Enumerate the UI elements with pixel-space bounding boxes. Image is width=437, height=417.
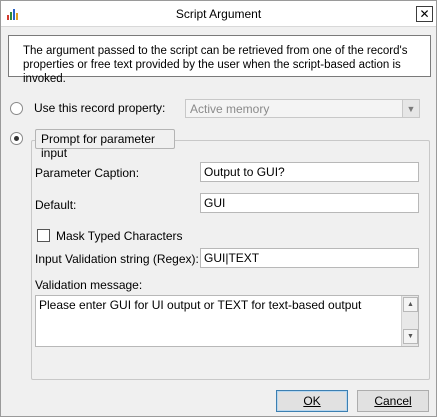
validation-message-text: Please enter GUI for UI output or TEXT f…: [39, 298, 362, 312]
chevron-down-icon[interactable]: ▼: [402, 100, 419, 117]
prompt-parameter-label[interactable]: Prompt for parameter input: [35, 129, 175, 160]
cancel-button-label: Cancel: [374, 394, 412, 408]
mask-characters-label: Mask Typed Characters: [56, 229, 183, 243]
prompt-parameter-radio[interactable]: [10, 132, 23, 145]
title-bar: Script Argument ✕: [1, 1, 436, 27]
regex-input[interactable]: GUI|TEXT: [200, 248, 419, 268]
default-input[interactable]: GUI: [200, 193, 419, 213]
close-icon: ✕: [419, 7, 430, 21]
validation-scrollbar[interactable]: ▲ ▼: [401, 296, 418, 346]
ok-button[interactable]: OK: [276, 390, 348, 412]
cancel-button[interactable]: Cancel: [357, 390, 429, 412]
regex-label: Input Validation string (Regex):: [35, 252, 199, 266]
scroll-up-icon[interactable]: ▲: [403, 297, 418, 312]
close-button[interactable]: ✕: [416, 6, 433, 22]
mask-characters-checkbox[interactable]: [37, 229, 50, 242]
parameter-caption-input[interactable]: Output to GUI?: [200, 162, 419, 182]
record-property-combo[interactable]: Active memory ▼: [185, 99, 420, 118]
default-label: Default:: [35, 198, 77, 212]
record-property-radio[interactable]: [10, 102, 23, 115]
window-title: Script Argument: [175, 7, 262, 21]
parameter-caption-label: Parameter Caption:: [35, 166, 140, 180]
ok-button-label: OK: [303, 394, 321, 408]
record-property-label: Use this record property:: [34, 101, 166, 115]
dialog-window: Script Argument ✕ The argument passed to…: [0, 0, 437, 417]
info-description: The argument passed to the script can be…: [8, 35, 431, 85]
validation-message-input[interactable]: Please enter GUI for UI output or TEXT f…: [35, 295, 419, 347]
record-property-value: Active memory: [190, 102, 270, 116]
scroll-down-icon[interactable]: ▼: [403, 329, 418, 344]
validation-message-label: Validation message:: [35, 278, 143, 292]
